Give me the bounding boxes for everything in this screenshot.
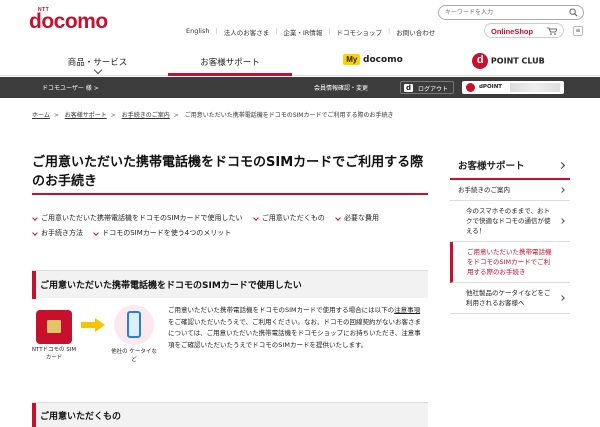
section-title: ご用意いただくもの [40, 412, 122, 422]
section-title: ご用意いただいた携帯電話機をドコモのSIMカードで使用したい [40, 281, 302, 291]
logout-label: ログアウト [418, 86, 449, 93]
link-shop[interactable]: ドコモショップ [337, 27, 383, 37]
user-bar: ドコモユーザー 様 > 会員情報確認・変更 d ログアウト dPOINT [0, 77, 600, 98]
link-contact[interactable]: お問い合わせ [396, 27, 435, 37]
breadcrumb: ホーム > お客様サポート > お手続きのご案内 > ご用意いただいた携帯電話機をドコ… [32, 112, 394, 119]
body-text-1: ご用意いただいた携帯電話機をドコモのSIMカードで使用する場合には以下の [168, 306, 395, 314]
link-english[interactable]: English [186, 27, 209, 37]
sim-card-icon [36, 310, 72, 344]
link-business[interactable]: 法人のお客さま [224, 27, 270, 37]
anchor-link-prepare[interactable]: ご用意いただくもの [253, 211, 325, 226]
nav-products[interactable]: 商品・サービス [40, 48, 155, 76]
sim-card-label: NTTドコモの SIMカード [31, 347, 77, 361]
sidebar-item-label: ご用意いただいた携帯電話機をドコモのSIMカードでご利用する際のお手続き [467, 248, 552, 276]
account-settings-link[interactable]: 会員情報確認・変更 [314, 83, 368, 92]
top-header: NTT docomo English| 法人のお客さま| 企業・IR情報| ドコ… [0, 0, 600, 44]
section-body: ご用意いただいた携帯電話機をドコモのSIMカードで使用する場合には以下の注意事項… [168, 305, 426, 351]
anchor-link-merits[interactable]: ドコモのSIMカードを使う4つのメリット [93, 226, 231, 241]
my-badge: My [343, 54, 361, 65]
sidebar-item-keep-phone[interactable]: 今のスマホそのままで、おトクで快適なドコモの通信が使える！ [450, 201, 570, 242]
chevron-right-icon [557, 161, 566, 170]
sidebar-heading[interactable]: お客様サポート [450, 150, 570, 180]
online-shop-button[interactable]: OnlineShop [484, 23, 564, 38]
anchor-link-cost[interactable]: 必要な費用 [335, 211, 379, 226]
nav-my-docomo[interactable]: My docomo [318, 48, 428, 76]
dpoint-label: dPOINT [479, 84, 503, 90]
d-account-icon: d [404, 84, 413, 92]
breadcrumb-current: ご用意いただいた携帯電話機をドコモのSIMカードでご利用する際のお手続き [184, 112, 394, 119]
sidebar: お客様サポート お手続きのご案内 今のスマホそのままで、おトクで快適なドコモの通… [450, 150, 570, 314]
cart-icon [547, 27, 557, 35]
logout-button[interactable]: d ログアウト [400, 81, 454, 94]
title-divider [32, 193, 428, 195]
dpoint-balance[interactable]: dPOINT [462, 81, 564, 94]
search-input[interactable] [445, 7, 560, 18]
phone-icon [114, 305, 154, 345]
page-title: ご用意いただいた携帯電話機をドコモのSIMカードでご利用する際のお手続き [32, 155, 424, 189]
nav-support-label: お客様サポート [200, 58, 260, 68]
menu-icon[interactable]: ≡ [573, 26, 583, 36]
nav-dpoint-club[interactable]: d POINT CLUB [446, 48, 571, 76]
anchor-link-method[interactable]: お手続き方法 [32, 226, 83, 241]
anchor-links: ご用意いただいた携帯電話機をドコモのSIMカードで使用したい ご用意いただくもの… [32, 211, 428, 241]
phone-label: 他社の ケータイなど [111, 349, 157, 363]
top-links: English | 法人のお客さま | 企業・IR情報 | ドコモショップ | お問い合… [186, 27, 436, 37]
section-accent-bar [32, 403, 36, 427]
search-box[interactable] [438, 5, 584, 20]
nav-support[interactable]: お客様サポート [168, 48, 292, 76]
chevron-right-icon [559, 295, 565, 301]
sidebar-item-current[interactable]: ご用意いただいた携帯電話機をドコモのSIMカードでご利用する際のお手続き [450, 242, 570, 283]
breadcrumb-procedures[interactable]: お手続きのご案内 [122, 112, 170, 119]
chevron-right-icon [559, 187, 565, 193]
arrow-right-icon [81, 318, 105, 332]
section-prepare-header: ご用意いただくもの [32, 402, 428, 427]
docomo-logo[interactable]: docomo [29, 11, 108, 32]
global-nav: 商品・サービス お客様サポート My docomo d POINT CLUB [0, 48, 600, 76]
notes-link[interactable]: 注意事項 [394, 306, 420, 314]
dpoint-value-masked [510, 83, 560, 92]
online-shop-label: OnlineShop [491, 27, 534, 36]
breadcrumb-support[interactable]: お客様サポート [65, 112, 107, 119]
section-use-sim-header: ご用意いただいた携帯電話機をドコモのSIMカードで使用したい [32, 270, 428, 299]
user-name-link[interactable]: ドコモユーザー 様 > [42, 83, 99, 92]
anchor-link-use-sim[interactable]: ご用意いただいた携帯電話機をドコモのSIMカードで使用したい [32, 211, 243, 226]
dpoint-icon [466, 83, 475, 92]
link-ir[interactable]: 企業・IR情報 [283, 27, 322, 37]
dpoint-logo-icon: d [472, 53, 489, 69]
sidebar-item-label: 他社製品のケータイなどをご利用されるお客様へ [466, 289, 551, 307]
chevron-right-icon [559, 218, 565, 224]
dpoint-club-label: POINT CLUB [490, 56, 545, 66]
sidebar-item-label: 今のスマホそのままで、おトクで快適なドコモの通信が使える！ [466, 207, 551, 235]
my-docomo-label: docomo [363, 55, 403, 65]
sidebar-item-label: お手続きのご案内 [458, 186, 510, 194]
sidebar-heading-label: お客様サポート [458, 161, 525, 172]
sidebar-item-other-devices[interactable]: 他社製品のケータイなどをご利用されるお客様へ [450, 283, 570, 314]
breadcrumb-home[interactable]: ホーム [32, 112, 50, 119]
section-accent-bar [32, 271, 36, 299]
body-text-2: をご確認いただいたうえで、ご利用ください。なお、ドコモの回線契約がないお客さまに… [168, 317, 422, 349]
sidebar-item-procedures[interactable]: お手続きのご案内 [450, 180, 570, 201]
search-icon[interactable] [569, 8, 578, 17]
